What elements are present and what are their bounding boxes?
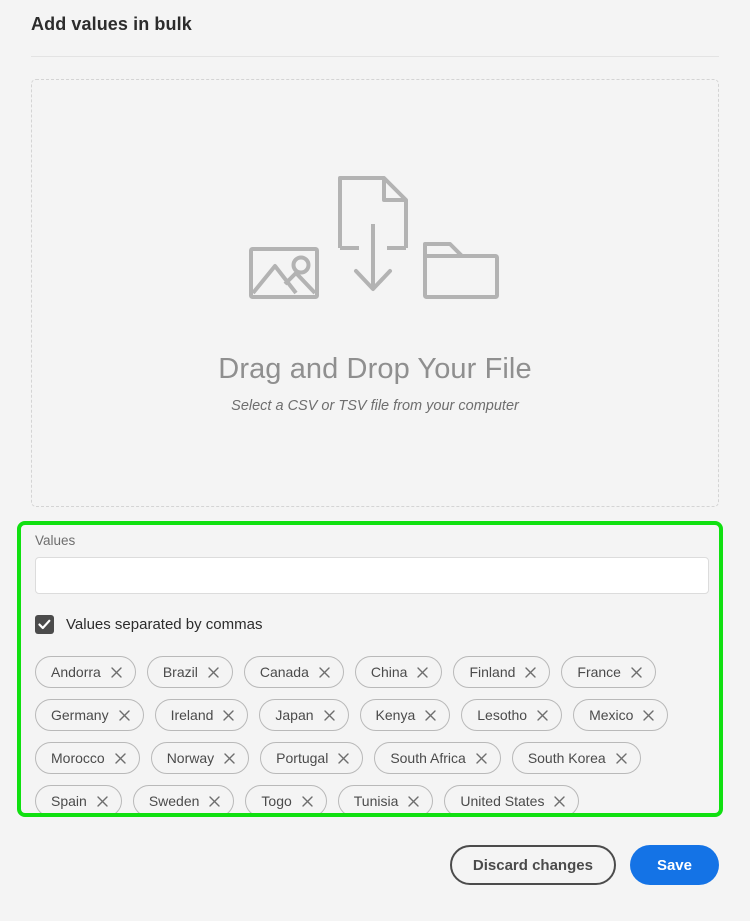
page-title: Add values in bulk bbox=[31, 14, 192, 34]
tag-label: South Korea bbox=[527, 750, 606, 766]
tag-item[interactable]: Morocco bbox=[35, 742, 140, 774]
tag-remove-icon[interactable] bbox=[319, 666, 330, 678]
tag-item[interactable]: Lesotho bbox=[461, 699, 563, 731]
tag-label: Finland bbox=[469, 664, 516, 680]
values-label: Values bbox=[35, 533, 76, 548]
tag-label: Mexico bbox=[589, 707, 634, 723]
tag-remove-icon[interactable] bbox=[417, 666, 429, 678]
tag-label: South Africa bbox=[390, 750, 466, 766]
tag-item[interactable]: Japan bbox=[259, 699, 349, 731]
tag-item[interactable]: France bbox=[561, 656, 656, 688]
tag-remove-icon[interactable] bbox=[338, 752, 350, 764]
tag-label: Ireland bbox=[170, 707, 214, 723]
tag-label: United States bbox=[460, 793, 545, 809]
tag-label: Portugal bbox=[276, 750, 329, 766]
tag-list: Andorra Brazil Canada China Finland France Ger… bbox=[35, 656, 713, 813]
tag-remove-icon[interactable] bbox=[114, 752, 126, 764]
tag-item[interactable]: Togo bbox=[245, 785, 327, 813]
tag-item[interactable]: Norway bbox=[150, 742, 250, 774]
tag-item[interactable]: Kenya bbox=[359, 699, 451, 731]
tag-label: Spain bbox=[51, 793, 87, 809]
values-separated-by-commas-label: Values separated by commas bbox=[66, 616, 263, 633]
file-dropzone[interactable]: Drag and Drop Your File Select a CSV or … bbox=[31, 79, 719, 507]
check-icon bbox=[38, 619, 51, 630]
tag-item[interactable]: Finland bbox=[453, 656, 551, 688]
tag-item[interactable]: Andorra bbox=[35, 656, 136, 688]
tag-label: Tunisia bbox=[353, 793, 399, 809]
dropzone-subtitle: Select a CSV or TSV file from your compu… bbox=[231, 398, 519, 414]
tag-label: Togo bbox=[261, 793, 292, 809]
tag-remove-icon[interactable] bbox=[97, 795, 108, 807]
tag-item[interactable]: Tunisia bbox=[337, 785, 434, 813]
image-icon bbox=[248, 238, 320, 305]
tag-item[interactable]: United States bbox=[444, 785, 580, 813]
tag-remove-icon[interactable] bbox=[224, 752, 235, 764]
tag-label: Japan bbox=[275, 707, 314, 723]
save-button[interactable]: Save bbox=[629, 845, 719, 885]
tag-label: Canada bbox=[259, 664, 309, 680]
tag-label: Lesotho bbox=[477, 707, 528, 723]
tag-item[interactable]: Canada bbox=[243, 656, 344, 688]
tag-remove-icon[interactable] bbox=[118, 709, 130, 721]
discard-changes-button[interactable]: Discard changes bbox=[449, 845, 616, 885]
tag-item[interactable]: Portugal bbox=[260, 742, 364, 774]
values-input[interactable] bbox=[35, 557, 709, 594]
tag-label: France bbox=[577, 664, 621, 680]
tag-remove-icon[interactable] bbox=[615, 752, 627, 764]
tag-remove-icon[interactable] bbox=[302, 795, 313, 807]
tag-remove-icon[interactable] bbox=[425, 709, 436, 721]
tag-remove-icon[interactable] bbox=[631, 666, 642, 678]
tag-label: Germany bbox=[51, 707, 109, 723]
dropzone-title: Drag and Drop Your File bbox=[218, 353, 532, 385]
tag-remove-icon[interactable] bbox=[208, 666, 219, 678]
tag-item[interactable]: Mexico bbox=[573, 699, 669, 731]
values-section: Values Values separated by commas Andorr… bbox=[17, 521, 723, 817]
document-download-icon bbox=[332, 172, 414, 305]
tag-remove-icon[interactable] bbox=[525, 666, 537, 678]
tag-item[interactable]: China bbox=[354, 656, 443, 688]
tag-item[interactable]: Sweden bbox=[132, 785, 235, 813]
tag-remove-icon[interactable] bbox=[537, 709, 548, 721]
add-values-in-bulk-dialog: Add values in bulk Drag and Drop Your Fi… bbox=[0, 0, 750, 921]
tag-remove-icon[interactable] bbox=[476, 752, 487, 764]
tag-label: Sweden bbox=[148, 793, 200, 809]
tag-label: Morocco bbox=[51, 750, 105, 766]
folder-icon bbox=[420, 238, 502, 305]
tag-label: Kenya bbox=[375, 707, 416, 723]
tag-label: Norway bbox=[166, 750, 215, 766]
tag-item[interactable]: South Africa bbox=[374, 742, 501, 774]
dropzone-icon-group bbox=[248, 172, 502, 305]
tag-remove-icon[interactable] bbox=[643, 709, 655, 721]
tag-remove-icon[interactable] bbox=[323, 709, 335, 721]
tag-remove-icon[interactable] bbox=[209, 795, 221, 807]
tag-remove-icon[interactable] bbox=[408, 795, 420, 807]
values-separated-by-commas-row[interactable]: Values separated by commas bbox=[35, 615, 263, 634]
header-divider bbox=[31, 56, 719, 57]
tag-label: Brazil bbox=[162, 664, 198, 680]
values-separated-by-commas-checkbox[interactable] bbox=[35, 615, 54, 634]
tag-item[interactable]: Germany bbox=[35, 699, 144, 731]
tag-item[interactable]: Ireland bbox=[154, 699, 249, 731]
tag-remove-icon[interactable] bbox=[554, 795, 566, 807]
tag-remove-icon[interactable] bbox=[223, 709, 235, 721]
tag-item[interactable]: Brazil bbox=[146, 656, 233, 688]
tag-item[interactable]: Spain bbox=[35, 785, 122, 813]
tag-item[interactable]: South Korea bbox=[511, 742, 641, 774]
dialog-footer: Discard changes Save bbox=[449, 845, 719, 885]
tag-label: Andorra bbox=[51, 664, 101, 680]
tag-label: China bbox=[370, 664, 408, 680]
tag-remove-icon[interactable] bbox=[111, 666, 122, 678]
